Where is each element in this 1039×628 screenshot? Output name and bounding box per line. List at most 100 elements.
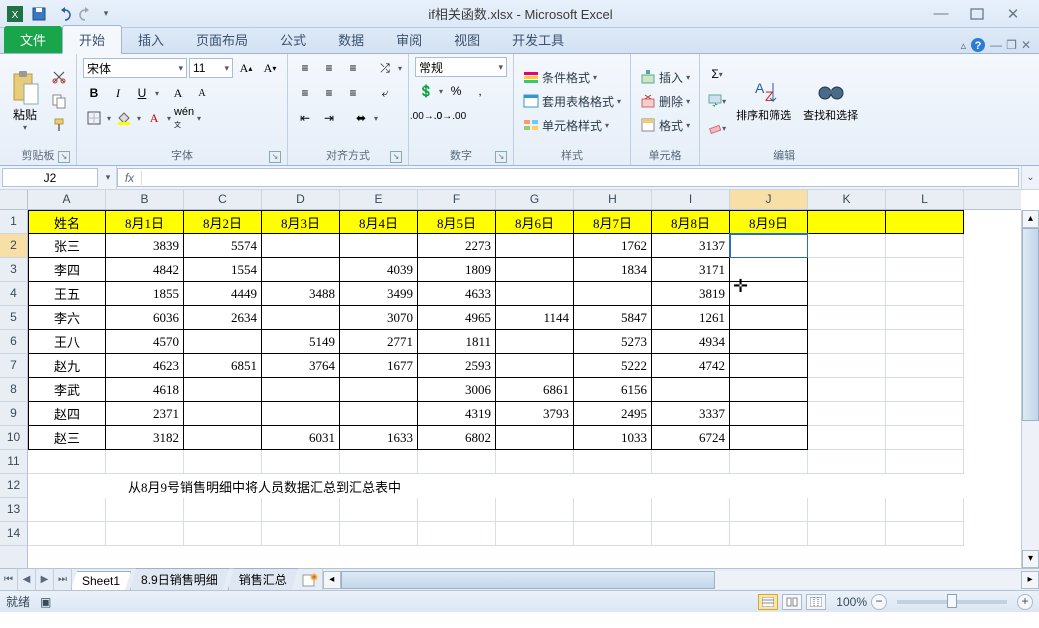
scroll-left-button[interactable]: ◂ — [323, 571, 341, 589]
cell[interactable]: 赵四 — [28, 402, 106, 426]
cell[interactable] — [886, 258, 964, 282]
cell[interactable]: 4934 — [652, 330, 730, 354]
excel-icon[interactable]: X — [4, 3, 26, 25]
cell[interactable]: 8月2日 — [184, 210, 262, 234]
cell[interactable]: 2771 — [340, 330, 418, 354]
view-normal-button[interactable] — [758, 594, 778, 610]
cell[interactable] — [184, 378, 262, 402]
table-format-button[interactable]: 套用表格格式▾ — [520, 92, 624, 111]
cell[interactable] — [808, 258, 886, 282]
cell[interactable] — [730, 450, 808, 474]
cell[interactable] — [340, 498, 418, 522]
cell[interactable] — [418, 498, 496, 522]
cell[interactable]: 2593 — [418, 354, 496, 378]
underline-button[interactable]: U — [131, 82, 153, 104]
row-header-7[interactable]: 7 — [0, 354, 27, 378]
row-header-4[interactable]: 4 — [0, 282, 27, 306]
zoom-in-button[interactable]: + — [1017, 594, 1033, 610]
row-header-1[interactable]: 1 — [0, 210, 27, 234]
cell[interactable] — [652, 522, 730, 546]
cell[interactable] — [28, 450, 106, 474]
col-header-H[interactable]: H — [574, 190, 652, 209]
hscroll-track[interactable] — [341, 571, 1021, 589]
cell[interactable] — [730, 234, 808, 258]
cell[interactable]: 4633 — [418, 282, 496, 306]
qat-customize-icon[interactable]: ▾ — [100, 3, 112, 25]
cell[interactable] — [496, 498, 574, 522]
doc-restore-icon[interactable]: ❐ — [1006, 38, 1017, 52]
cell[interactable]: 4039 — [340, 258, 418, 282]
row-header-14[interactable]: 14 — [0, 522, 27, 546]
view-page-break-button[interactable] — [806, 594, 826, 610]
tab-home[interactable]: 开始 — [62, 25, 122, 54]
cell[interactable]: 3006 — [418, 378, 496, 402]
format-cells-button[interactable]: 格式▾ — [637, 116, 693, 135]
macro-record-icon[interactable]: ▣ — [40, 595, 51, 609]
cell[interactable] — [652, 378, 730, 402]
increase-indent-button[interactable]: ⇥ — [318, 107, 340, 129]
cell[interactable]: 1033 — [574, 426, 652, 450]
cell[interactable] — [886, 330, 964, 354]
col-header-J[interactable]: J — [730, 190, 808, 209]
cell[interactable] — [262, 498, 340, 522]
cell[interactable]: 8月7日 — [574, 210, 652, 234]
minimize-button[interactable]: — — [929, 4, 953, 24]
cell[interactable]: 6802 — [418, 426, 496, 450]
cell[interactable] — [886, 306, 964, 330]
col-header-G[interactable]: G — [496, 190, 574, 209]
cell[interactable] — [730, 306, 808, 330]
cell[interactable] — [808, 450, 886, 474]
cell[interactable]: 8月8日 — [652, 210, 730, 234]
name-box-dropdown[interactable]: ▾ — [100, 166, 116, 189]
cell[interactable]: 3171 — [652, 258, 730, 282]
cell[interactable] — [340, 522, 418, 546]
col-header-D[interactable]: D — [262, 190, 340, 209]
cell[interactable] — [886, 354, 964, 378]
cell[interactable] — [262, 402, 340, 426]
tab-developer[interactable]: 开发工具 — [496, 26, 580, 53]
cell[interactable] — [496, 282, 574, 306]
cell[interactable] — [262, 234, 340, 258]
cell[interactable] — [808, 282, 886, 306]
cell-styles-button[interactable]: 单元格样式▾ — [520, 116, 624, 135]
cell[interactable] — [886, 282, 964, 306]
cell[interactable] — [496, 258, 574, 282]
cell[interactable]: 3819 — [652, 282, 730, 306]
delete-cells-button[interactable]: 删除▾ — [637, 92, 693, 111]
align-right-button[interactable]: ≡ — [342, 82, 364, 104]
cell[interactable] — [886, 378, 964, 402]
cell[interactable] — [808, 354, 886, 378]
row-header-6[interactable]: 6 — [0, 330, 27, 354]
cell[interactable] — [496, 450, 574, 474]
cell[interactable]: 1762 — [574, 234, 652, 258]
cell[interactable] — [652, 450, 730, 474]
close-button[interactable]: ✕ — [1001, 4, 1025, 24]
cell[interactable]: 张三 — [28, 234, 106, 258]
sheet-tab-1[interactable]: 8.9日销售明细 — [130, 568, 229, 590]
cell[interactable] — [28, 498, 106, 522]
cell[interactable] — [340, 402, 418, 426]
cell[interactable]: 2371 — [106, 402, 184, 426]
cell[interactable]: 4623 — [106, 354, 184, 378]
cell[interactable] — [730, 426, 808, 450]
cell[interactable]: 1261 — [652, 306, 730, 330]
font-color-button[interactable]: A — [143, 107, 165, 129]
cell[interactable]: 5847 — [574, 306, 652, 330]
sheet-tab-0[interactable]: Sheet1 — [71, 571, 131, 590]
cell[interactable] — [808, 498, 886, 522]
cell[interactable] — [808, 234, 886, 258]
comma-button[interactable]: , — [469, 80, 491, 102]
note-cell[interactable]: 从8月9号销售明细中将人员数据汇总到汇总表中 — [28, 474, 964, 498]
cell[interactable] — [808, 402, 886, 426]
tab-nav-last[interactable]: ⏭ — [54, 569, 72, 590]
sort-filter-button[interactable]: AZ 排序和筛选 — [732, 57, 795, 145]
cell[interactable]: 1811 — [418, 330, 496, 354]
format-painter-button[interactable] — [48, 114, 70, 136]
row-header-11[interactable]: 11 — [0, 450, 27, 474]
cell[interactable] — [262, 378, 340, 402]
select-all-button[interactable] — [0, 190, 27, 210]
cell[interactable] — [418, 522, 496, 546]
cell[interactable]: 4965 — [418, 306, 496, 330]
cell[interactable]: 8月6日 — [496, 210, 574, 234]
number-dialog-launcher[interactable]: ↘ — [495, 151, 507, 163]
